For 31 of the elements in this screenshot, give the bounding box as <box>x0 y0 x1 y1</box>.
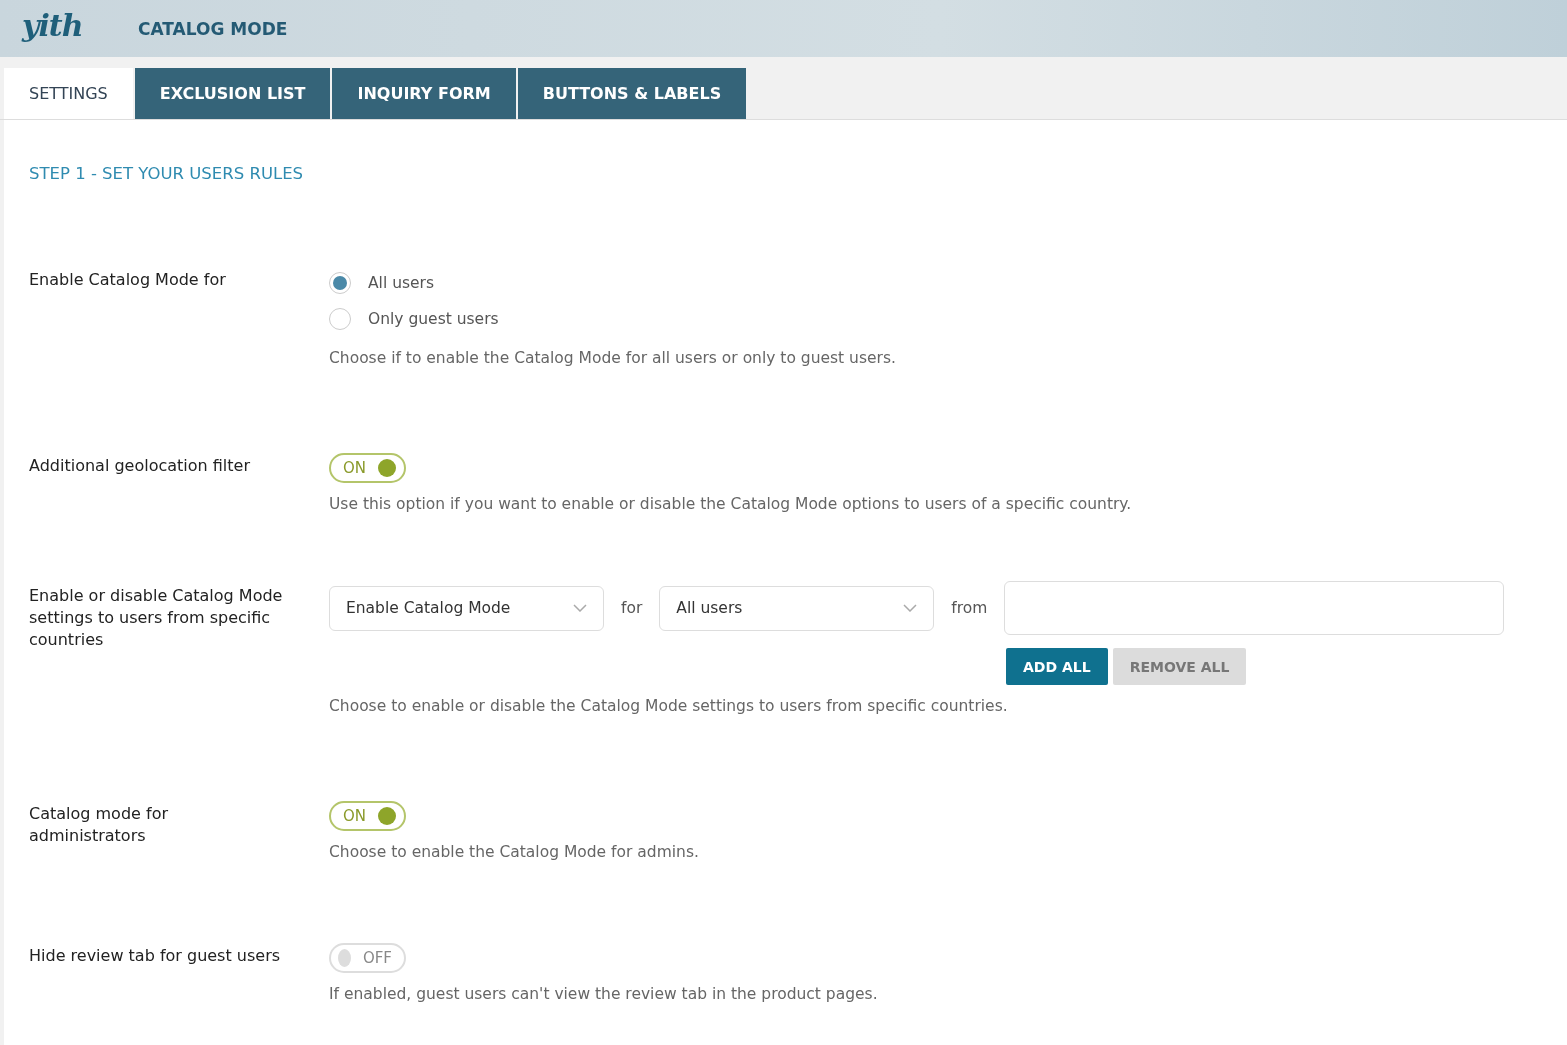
chevron-down-icon <box>573 604 587 612</box>
add-all-button[interactable]: ADD ALL <box>1006 648 1108 685</box>
users-dropdown[interactable]: All users <box>659 585 935 631</box>
setting-description: Choose if to enable the Catalog Mode for all users or only to guest users. <box>329 349 897 367</box>
setting-label: Additional geolocation filter <box>29 455 251 477</box>
toggle-switch[interactable]: ON <box>329 801 406 831</box>
toggle-switch[interactable]: ON <box>329 453 406 483</box>
setting-description: Choose to enable or disable the Catalog Mode settings to users from specific countries. <box>329 697 1009 715</box>
countries-field[interactable] <box>1004 581 1505 635</box>
tab[interactable]: EXCLUSION LIST <box>134 68 331 119</box>
from-label: from <box>951 599 988 617</box>
radio-label[interactable]: Only guest users <box>368 310 499 328</box>
setting-description: Use this option if you want to enable or disable the Catalog Mode options to users of a specific country. <box>329 495 1133 513</box>
setting-label: Catalog mode for administrators <box>29 803 169 847</box>
tab[interactable]: SETTINGS <box>4 68 133 119</box>
section-title: STEP 1 - SET YOUR USERS RULES <box>29 164 305 183</box>
tab[interactable]: INQUIRY FORM <box>332 68 516 119</box>
yith-logo: yith <box>22 8 84 43</box>
setting-label: Enable or disable Catalog Mode settings to users from specific countries <box>29 585 284 651</box>
setting-description: Choose to enable the Catalog Mode for admins. <box>329 843 700 861</box>
toggle-switch[interactable]: OFF <box>329 943 406 973</box>
page-title: CATALOG MODE <box>138 18 288 39</box>
setting-label: Hide review tab for guest users <box>29 945 282 967</box>
for-label: for <box>621 599 643 617</box>
setting-description: If enabled, guest users can't view the review tab in the product pages. <box>329 985 879 1003</box>
tab[interactable]: BUTTONS & LABELS <box>517 68 747 119</box>
remove-all-button[interactable]: REMOVE ALL <box>1112 648 1247 685</box>
setting-label: Enable Catalog Mode for <box>29 269 227 291</box>
chevron-down-icon <box>903 604 918 612</box>
mode-dropdown[interactable]: Enable Catalog Mode <box>329 585 604 631</box>
radio-label[interactable]: All users <box>368 274 435 292</box>
